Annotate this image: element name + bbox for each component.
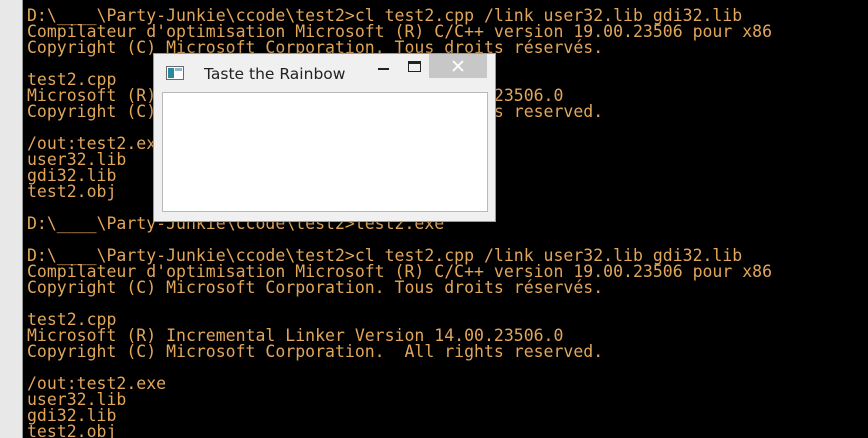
minimize-button[interactable]: [370, 54, 397, 78]
close-icon: [452, 60, 464, 72]
window-title: Taste the Rainbow: [204, 65, 346, 83]
console-line: /out:test2.exe: [27, 374, 167, 393]
title-bar[interactable]: Taste the Rainbow: [154, 54, 495, 93]
maximize-icon: [407, 60, 421, 72]
console-edge-line: [22, 0, 23, 438]
maximize-button[interactable]: [400, 54, 428, 78]
window-client-area[interactable]: [162, 92, 488, 212]
minimize-icon: [378, 68, 389, 70]
console-line: user32.lib: [27, 390, 127, 409]
console-line: test2.obj: [27, 422, 117, 438]
console-line: gdi32.lib: [27, 406, 117, 425]
application-icon[interactable]: [166, 66, 184, 80]
console-line: Copyright (C) Microsoft Corporation. All…: [27, 342, 604, 361]
console-line: Copyright (C) Microsoft Corporation. Tou…: [27, 278, 604, 297]
close-button[interactable]: [429, 54, 487, 78]
console-left-edge: [0, 0, 22, 438]
app-window[interactable]: Taste the Rainbow: [153, 53, 496, 222]
